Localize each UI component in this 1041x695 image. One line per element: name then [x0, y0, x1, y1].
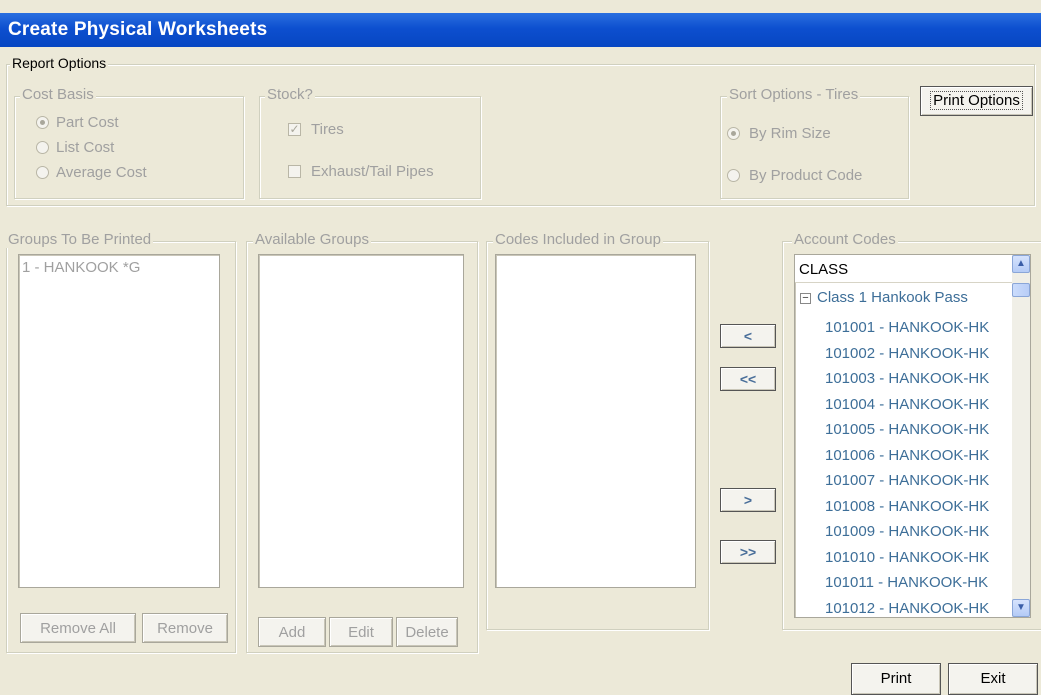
codes-in-group-list[interactable] [495, 254, 696, 588]
move-all-right-button[interactable]: >> [720, 540, 776, 564]
move-left-button[interactable]: < [720, 324, 776, 348]
move-all-left-label: << [739, 371, 757, 387]
exit-label: Exit [980, 670, 1006, 687]
print-button[interactable]: Print [851, 663, 941, 695]
exit-button[interactable]: Exit [948, 663, 1038, 695]
radio-unselected-icon [36, 140, 49, 154]
tree-child-node[interactable]: 101011 - HANKOOK-HK [825, 574, 988, 591]
remove-all-label: Remove All [40, 620, 116, 637]
edit-label: Edit [348, 624, 374, 641]
tree-parent-label: Class 1 Hankook Pass [817, 289, 968, 306]
by-product-code-label: By Product Code [749, 166, 863, 184]
tree-child-node[interactable]: 101007 - HANKOOK-HK [825, 472, 989, 489]
account-codes-legend: Account Codes [792, 231, 898, 248]
groups-to-print-list[interactable]: 1 - HANKOOK *G [18, 254, 220, 588]
stock-legend: Stock? [265, 86, 315, 103]
radio-unselected-icon [727, 168, 740, 182]
tree-child-node[interactable]: 101003 - HANKOOK-HK [825, 370, 989, 387]
tree-column-header[interactable]: CLASS [795, 255, 1012, 283]
account-codes-tree[interactable]: CLASS − Class 1 Hankook Pass 101001 - HAN… [794, 254, 1031, 618]
list-item[interactable]: 1 - HANKOOK *G [19, 255, 219, 276]
scroll-down-icon[interactable]: ▼ [1012, 599, 1030, 617]
move-all-left-button[interactable]: << [720, 367, 776, 391]
vertical-scrollbar[interactable]: ▲ ▼ [1012, 255, 1030, 617]
radio-unselected-icon [36, 165, 49, 179]
class-header-label: CLASS [799, 261, 849, 278]
window-title-bar[interactable]: Create Physical Worksheets [0, 13, 1041, 47]
stock-group [259, 96, 481, 199]
tree-child-node[interactable]: 101006 - HANKOOK-HK [825, 447, 989, 464]
cost-basis-legend: Cost Basis [20, 86, 96, 103]
tree-parent-node[interactable]: − Class 1 Hankook Pass [800, 289, 968, 306]
by-rim-size-label: By Rim Size [749, 124, 831, 142]
add-button[interactable]: Add [258, 617, 326, 647]
window-title: Create Physical Worksheets [8, 19, 268, 40]
groups-to-print-legend: Groups To Be Printed [6, 231, 154, 248]
edit-button[interactable]: Edit [329, 617, 393, 647]
scroll-up-icon[interactable]: ▲ [1012, 255, 1030, 273]
tree-child-node[interactable]: 101005 - HANKOOK-HK [825, 421, 989, 438]
tree-child-node[interactable]: 101002 - HANKOOK-HK [825, 345, 989, 362]
by-rim-size-radio[interactable]: By Rim Size [727, 124, 831, 142]
average-cost-label: Average Cost [56, 163, 147, 181]
tree-child-node[interactable]: 101010 - HANKOOK-HK [825, 549, 989, 566]
print-options-button[interactable]: Print Options [920, 86, 1033, 116]
tree-child-node[interactable]: 101008 - HANKOOK-HK [825, 498, 989, 515]
move-left-label: < [743, 328, 753, 344]
move-right-label: > [743, 492, 753, 508]
list-cost-label: List Cost [56, 138, 115, 156]
print-options-label: Print Options [930, 91, 1023, 110]
report-options-legend: Report Options [10, 55, 109, 71]
move-right-button[interactable]: > [720, 488, 776, 512]
tree-child-node[interactable]: 101012 - HANKOOK-HK [825, 600, 989, 617]
move-all-right-label: >> [739, 544, 757, 560]
tree-child-node[interactable]: 101001 - HANKOOK-HK [825, 319, 989, 336]
list-cost-radio[interactable]: List Cost [36, 138, 114, 156]
remove-all-button[interactable]: Remove All [20, 613, 136, 643]
exhaust-tail-pipes-checkbox[interactable]: Exhaust/Tail Pipes [288, 162, 434, 180]
tree-child-node[interactable]: 101009 - HANKOOK-HK [825, 523, 989, 540]
add-label: Add [278, 624, 306, 641]
tires-checkbox[interactable]: ✓ Tires [288, 120, 344, 138]
sort-options-group [720, 96, 909, 199]
remove-label: Remove [157, 620, 213, 637]
radio-selected-icon [727, 126, 740, 140]
remove-button[interactable]: Remove [142, 613, 228, 643]
collapse-icon[interactable]: − [800, 292, 811, 304]
scrollbar-thumb[interactable] [1012, 283, 1030, 297]
checkmark-icon: ✓ [288, 121, 301, 136]
part-cost-label: Part Cost [56, 113, 119, 131]
codes-in-group-legend: Codes Included in Group [493, 231, 663, 248]
radio-selected-icon [36, 115, 49, 129]
delete-button[interactable]: Delete [396, 617, 458, 647]
available-groups-legend: Available Groups [253, 231, 371, 248]
tree-child-node[interactable]: 101004 - HANKOOK-HK [825, 396, 989, 413]
part-cost-radio[interactable]: Part Cost [36, 113, 119, 131]
checkbox-empty-icon [288, 164, 301, 178]
by-product-code-radio[interactable]: By Product Code [727, 166, 862, 184]
sort-options-legend: Sort Options - Tires [727, 86, 861, 103]
available-groups-list[interactable] [258, 254, 464, 588]
delete-label: Delete [405, 624, 449, 641]
tires-label: Tires [311, 120, 344, 138]
print-label: Print [880, 670, 912, 687]
average-cost-radio[interactable]: Average Cost [36, 163, 147, 181]
exhaust-tail-pipes-label: Exhaust/Tail Pipes [311, 162, 434, 180]
